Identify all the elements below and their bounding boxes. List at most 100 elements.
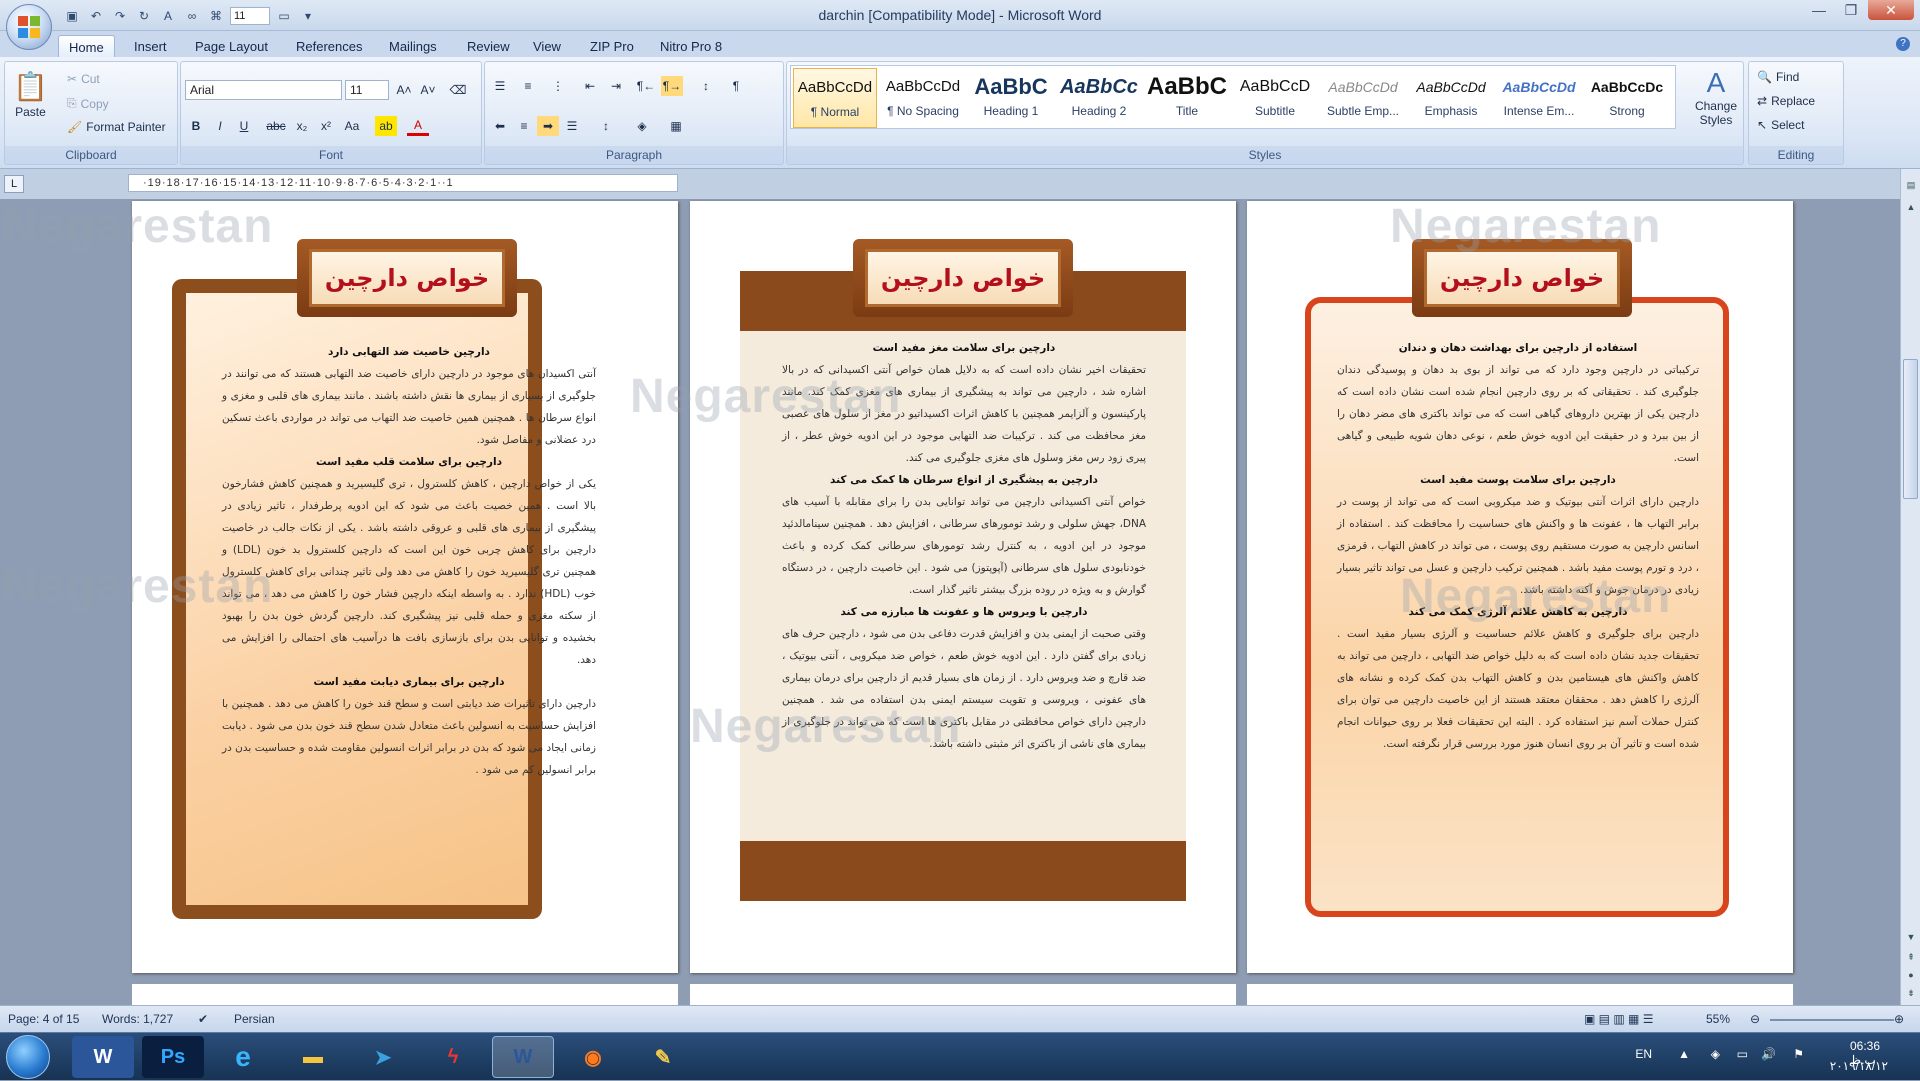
scroll-down-arrow-icon[interactable]: ▼ bbox=[1901, 929, 1920, 945]
align-left-icon[interactable]: ⬅ bbox=[489, 116, 511, 136]
increase-indent-icon[interactable]: ⇥ bbox=[605, 76, 627, 96]
style-no-spacing[interactable]: AaBbCcDd ¶ No Spacing bbox=[881, 68, 965, 128]
clear-format-icon[interactable]: ⌫ bbox=[447, 80, 469, 100]
word-document-active-icon[interactable]: W bbox=[492, 1036, 554, 1078]
document-area[interactable]: خواص دارچین دارچین خاصیت ضد التهابی دارد… bbox=[0, 199, 1900, 1005]
change-styles-button[interactable]: A Change Styles bbox=[1690, 67, 1742, 127]
highlight-icon[interactable]: ab bbox=[375, 116, 397, 136]
sort-icon[interactable]: ↕ bbox=[695, 76, 717, 96]
monitor-icon[interactable]: ▭ bbox=[1737, 1047, 1748, 1061]
input-language[interactable]: EN bbox=[1635, 1047, 1652, 1061]
style-heading-2[interactable]: AaBbCc Heading 2 bbox=[1057, 68, 1141, 128]
styles-label: Styles bbox=[787, 146, 1743, 164]
tab-review[interactable]: Review bbox=[457, 35, 520, 58]
zoom-in-icon[interactable]: ⊕ bbox=[1894, 1012, 1904, 1026]
font-color-icon-ribbon[interactable]: A bbox=[407, 116, 429, 136]
firefox-icon[interactable]: ◉ bbox=[562, 1036, 624, 1078]
superscript-icon[interactable]: x² bbox=[315, 116, 337, 136]
zoom-out-icon[interactable]: ⊖ bbox=[1750, 1012, 1760, 1026]
bullets-icon[interactable]: ☰ bbox=[489, 76, 511, 96]
tab-references[interactable]: References bbox=[286, 35, 372, 58]
browse-object-icon[interactable]: ● bbox=[1901, 967, 1920, 983]
photoshop-taskbar-icon[interactable]: Ps bbox=[142, 1036, 204, 1078]
style-subtitle[interactable]: AaBbCcD Subtitle bbox=[1233, 68, 1317, 128]
strikethrough-icon[interactable]: abc bbox=[265, 116, 287, 136]
tray-expand-icon[interactable]: ▲ bbox=[1678, 1047, 1690, 1061]
tab-zip-pro[interactable]: ZIP Pro bbox=[580, 35, 644, 58]
scroll-up-arrow-icon[interactable]: ▲ bbox=[1901, 199, 1920, 215]
clock-date[interactable]: ۲۰۱۹/۱۸/۱۲ bbox=[1830, 1059, 1888, 1073]
horizontal-ruler[interactable]: ·19·18·17·16·15·14·13·12·11·10·9·8·7·6·5… bbox=[128, 174, 678, 192]
underline-icon[interactable]: U bbox=[233, 116, 255, 136]
shading-icon[interactable]: ◈ bbox=[631, 116, 653, 136]
word-taskbar-icon[interactable]: W bbox=[72, 1036, 134, 1078]
style-subtle-emphasis[interactable]: AaBbCcDd Subtle Emp... bbox=[1321, 68, 1405, 128]
previous-page-icon[interactable]: ⇞ bbox=[1901, 949, 1920, 965]
telegram-icon[interactable]: ➤ bbox=[352, 1036, 414, 1078]
minimize-button[interactable]: — bbox=[1804, 0, 1834, 20]
tab-mailings[interactable]: Mailings bbox=[379, 35, 447, 58]
font-size-select[interactable]: 11 bbox=[345, 80, 389, 100]
show-marks-icon[interactable]: ¶ bbox=[725, 76, 747, 96]
align-right-icon[interactable]: ➡ bbox=[537, 116, 559, 136]
language-indicator[interactable]: Persian bbox=[234, 1012, 275, 1026]
help-icon[interactable]: ? bbox=[1896, 37, 1910, 51]
select-button[interactable]: ↖ Select bbox=[1757, 118, 1804, 132]
justify-icon[interactable]: ☰ bbox=[561, 116, 583, 136]
decrease-indent-icon[interactable]: ⇤ bbox=[579, 76, 601, 96]
copy-button[interactable]: ⎘ Copy bbox=[67, 96, 109, 111]
tab-home[interactable]: Home bbox=[58, 35, 115, 58]
tab-selector[interactable]: L bbox=[4, 175, 24, 193]
rtl-icon[interactable]: ¶← bbox=[635, 76, 657, 96]
zoom-slider[interactable] bbox=[1770, 1019, 1894, 1021]
word-count[interactable]: Words: 1,727 bbox=[102, 1012, 173, 1026]
line-spacing-icon[interactable]: ↕ bbox=[595, 116, 617, 136]
proofing-icon[interactable]: ✔ bbox=[198, 1012, 208, 1026]
style-normal[interactable]: AaBbCcDd ¶ Normal bbox=[793, 68, 877, 128]
numbering-icon[interactable]: ≡ bbox=[517, 76, 539, 96]
paste-button[interactable]: 📋 Paste bbox=[13, 70, 48, 119]
paint-icon[interactable]: ✎ bbox=[632, 1036, 694, 1078]
office-button[interactable] bbox=[6, 4, 52, 50]
tab-insert[interactable]: Insert bbox=[124, 35, 177, 58]
grow-font-icon[interactable]: A˄ bbox=[393, 80, 415, 100]
italic-icon[interactable]: I bbox=[209, 116, 231, 136]
bold-icon[interactable]: B bbox=[185, 116, 207, 136]
subscript-icon[interactable]: x₂ bbox=[291, 116, 313, 136]
tab-nitro-pro[interactable]: Nitro Pro 8 bbox=[650, 35, 732, 58]
style-intense-emphasis[interactable]: AaBbCcDd Intense Em... bbox=[1497, 68, 1581, 128]
internet-explorer-icon[interactable]: e bbox=[212, 1036, 274, 1078]
align-center-icon[interactable]: ≡ bbox=[513, 116, 535, 136]
shrink-font-icon[interactable]: A˅ bbox=[417, 80, 439, 100]
page-count[interactable]: Page: 4 of 15 bbox=[8, 1012, 79, 1026]
start-button[interactable] bbox=[6, 1035, 50, 1079]
change-case-icon[interactable]: Aa bbox=[341, 116, 363, 136]
tab-view[interactable]: View bbox=[523, 35, 571, 58]
find-button[interactable]: 🔍 Find bbox=[1757, 70, 1799, 84]
borders-icon[interactable]: ▦ bbox=[665, 116, 687, 136]
font-name-select[interactable]: Arial bbox=[185, 80, 342, 100]
cut-button[interactable]: ✂ Cut bbox=[67, 72, 100, 86]
style-title[interactable]: AaBbC Title bbox=[1145, 68, 1229, 128]
style-heading-1[interactable]: AaBbC Heading 1 bbox=[969, 68, 1053, 128]
close-button[interactable]: ✕ bbox=[1868, 0, 1914, 20]
flag-icon[interactable]: ⚑ bbox=[1793, 1047, 1804, 1061]
ltr-icon[interactable]: ¶→ bbox=[661, 76, 683, 96]
view-buttons-icon[interactable]: ▣ ▤ ▥ ▦ ☰ bbox=[1584, 1012, 1653, 1026]
tab-page-layout[interactable]: Page Layout bbox=[185, 35, 278, 58]
format-painter-button[interactable]: 🖌 Format Painter bbox=[67, 120, 166, 134]
scroll-thumb[interactable] bbox=[1903, 359, 1918, 499]
flash-icon[interactable]: ϟ bbox=[422, 1036, 484, 1078]
ruler-toggle-icon[interactable]: ▤ bbox=[1901, 177, 1920, 193]
style-emphasis[interactable]: AaBbCcDd Emphasis bbox=[1409, 68, 1493, 128]
zoom-level[interactable]: 55% bbox=[1706, 1012, 1730, 1026]
multilevel-list-icon[interactable]: ⋮ bbox=[547, 76, 569, 96]
style-strong[interactable]: AaBbCcDc Strong bbox=[1585, 68, 1669, 128]
replace-button[interactable]: ⇄ Replace bbox=[1757, 94, 1815, 108]
network-icon[interactable]: ◈ bbox=[1711, 1047, 1720, 1061]
maximize-button[interactable]: ❐ bbox=[1836, 0, 1866, 20]
file-explorer-icon[interactable]: ▬ bbox=[282, 1036, 344, 1078]
volume-icon[interactable]: 🔊 bbox=[1761, 1047, 1776, 1061]
next-page-icon[interactable]: ⇟ bbox=[1901, 985, 1920, 1001]
vertical-scrollbar[interactable]: ▤ ▲ ▼ ⇞ ● ⇟ bbox=[1900, 169, 1920, 1005]
